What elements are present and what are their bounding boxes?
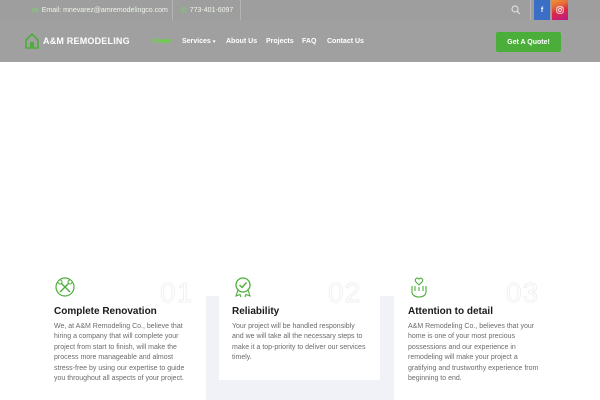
search-icon[interactable] [510,4,522,16]
email-icon: ✉ [32,5,39,15]
house-logo-icon [25,32,39,49]
phone-icon: ✆ [180,5,187,15]
chevron-down-icon: ▾ [212,38,216,45]
instagram-glyph-icon [556,6,564,14]
divider [172,0,173,20]
facebook-icon[interactable]: f [534,0,550,20]
feature-number: 03 [506,277,540,309]
get-quote-button[interactable]: Get A Quote! [496,32,561,52]
hand-care-icon [411,277,427,298]
nav-services-label: Services [182,38,211,45]
email-text: Email: mnevarez@amremodelingco.com [41,6,168,14]
nav-about[interactable]: About Us [226,38,257,45]
nav-services[interactable]: Services ▾ [182,38,215,45]
feature-text: We, at A&M Remodeling Co., believe that … [54,323,185,383]
feature-title: Attention to detail [408,306,493,317]
award-badge-icon [235,277,251,298]
feature-number: 01 [160,277,194,309]
feature-text: Your project will be handled responsibly… [232,323,366,362]
top-bar: ✉ Email: mnevarez@amremodelingco.com ✆ 7… [0,0,600,20]
nav-home[interactable]: Home [152,38,171,45]
contact-phone[interactable]: ✆ 773-401-6097 [180,3,233,17]
brand-logo[interactable]: A&M REMODELING [24,32,130,50]
main-navbar: A&M REMODELING Home Services ▾ About Us … [0,20,600,62]
brand-name: A&M REMODELING [43,36,130,46]
contact-email[interactable]: ✉ Email: mnevarez@amremodelingco.com [32,3,168,17]
feature-number: 02 [328,277,362,309]
nav-projects[interactable]: Projects [266,38,294,45]
feature-text: A&M Remodeling Co., believes that your h… [408,323,539,383]
feature-title: Complete Renovation [54,306,157,317]
divider [530,0,531,20]
nav-faq[interactable]: FAQ [302,38,316,45]
instagram-icon[interactable] [552,0,568,20]
nav-contact[interactable]: Contact Us [327,38,364,45]
divider [240,0,241,20]
feature-title: Reliability [232,306,280,317]
phone-text: 773-401-6097 [189,6,234,14]
tools-icon [55,277,75,297]
